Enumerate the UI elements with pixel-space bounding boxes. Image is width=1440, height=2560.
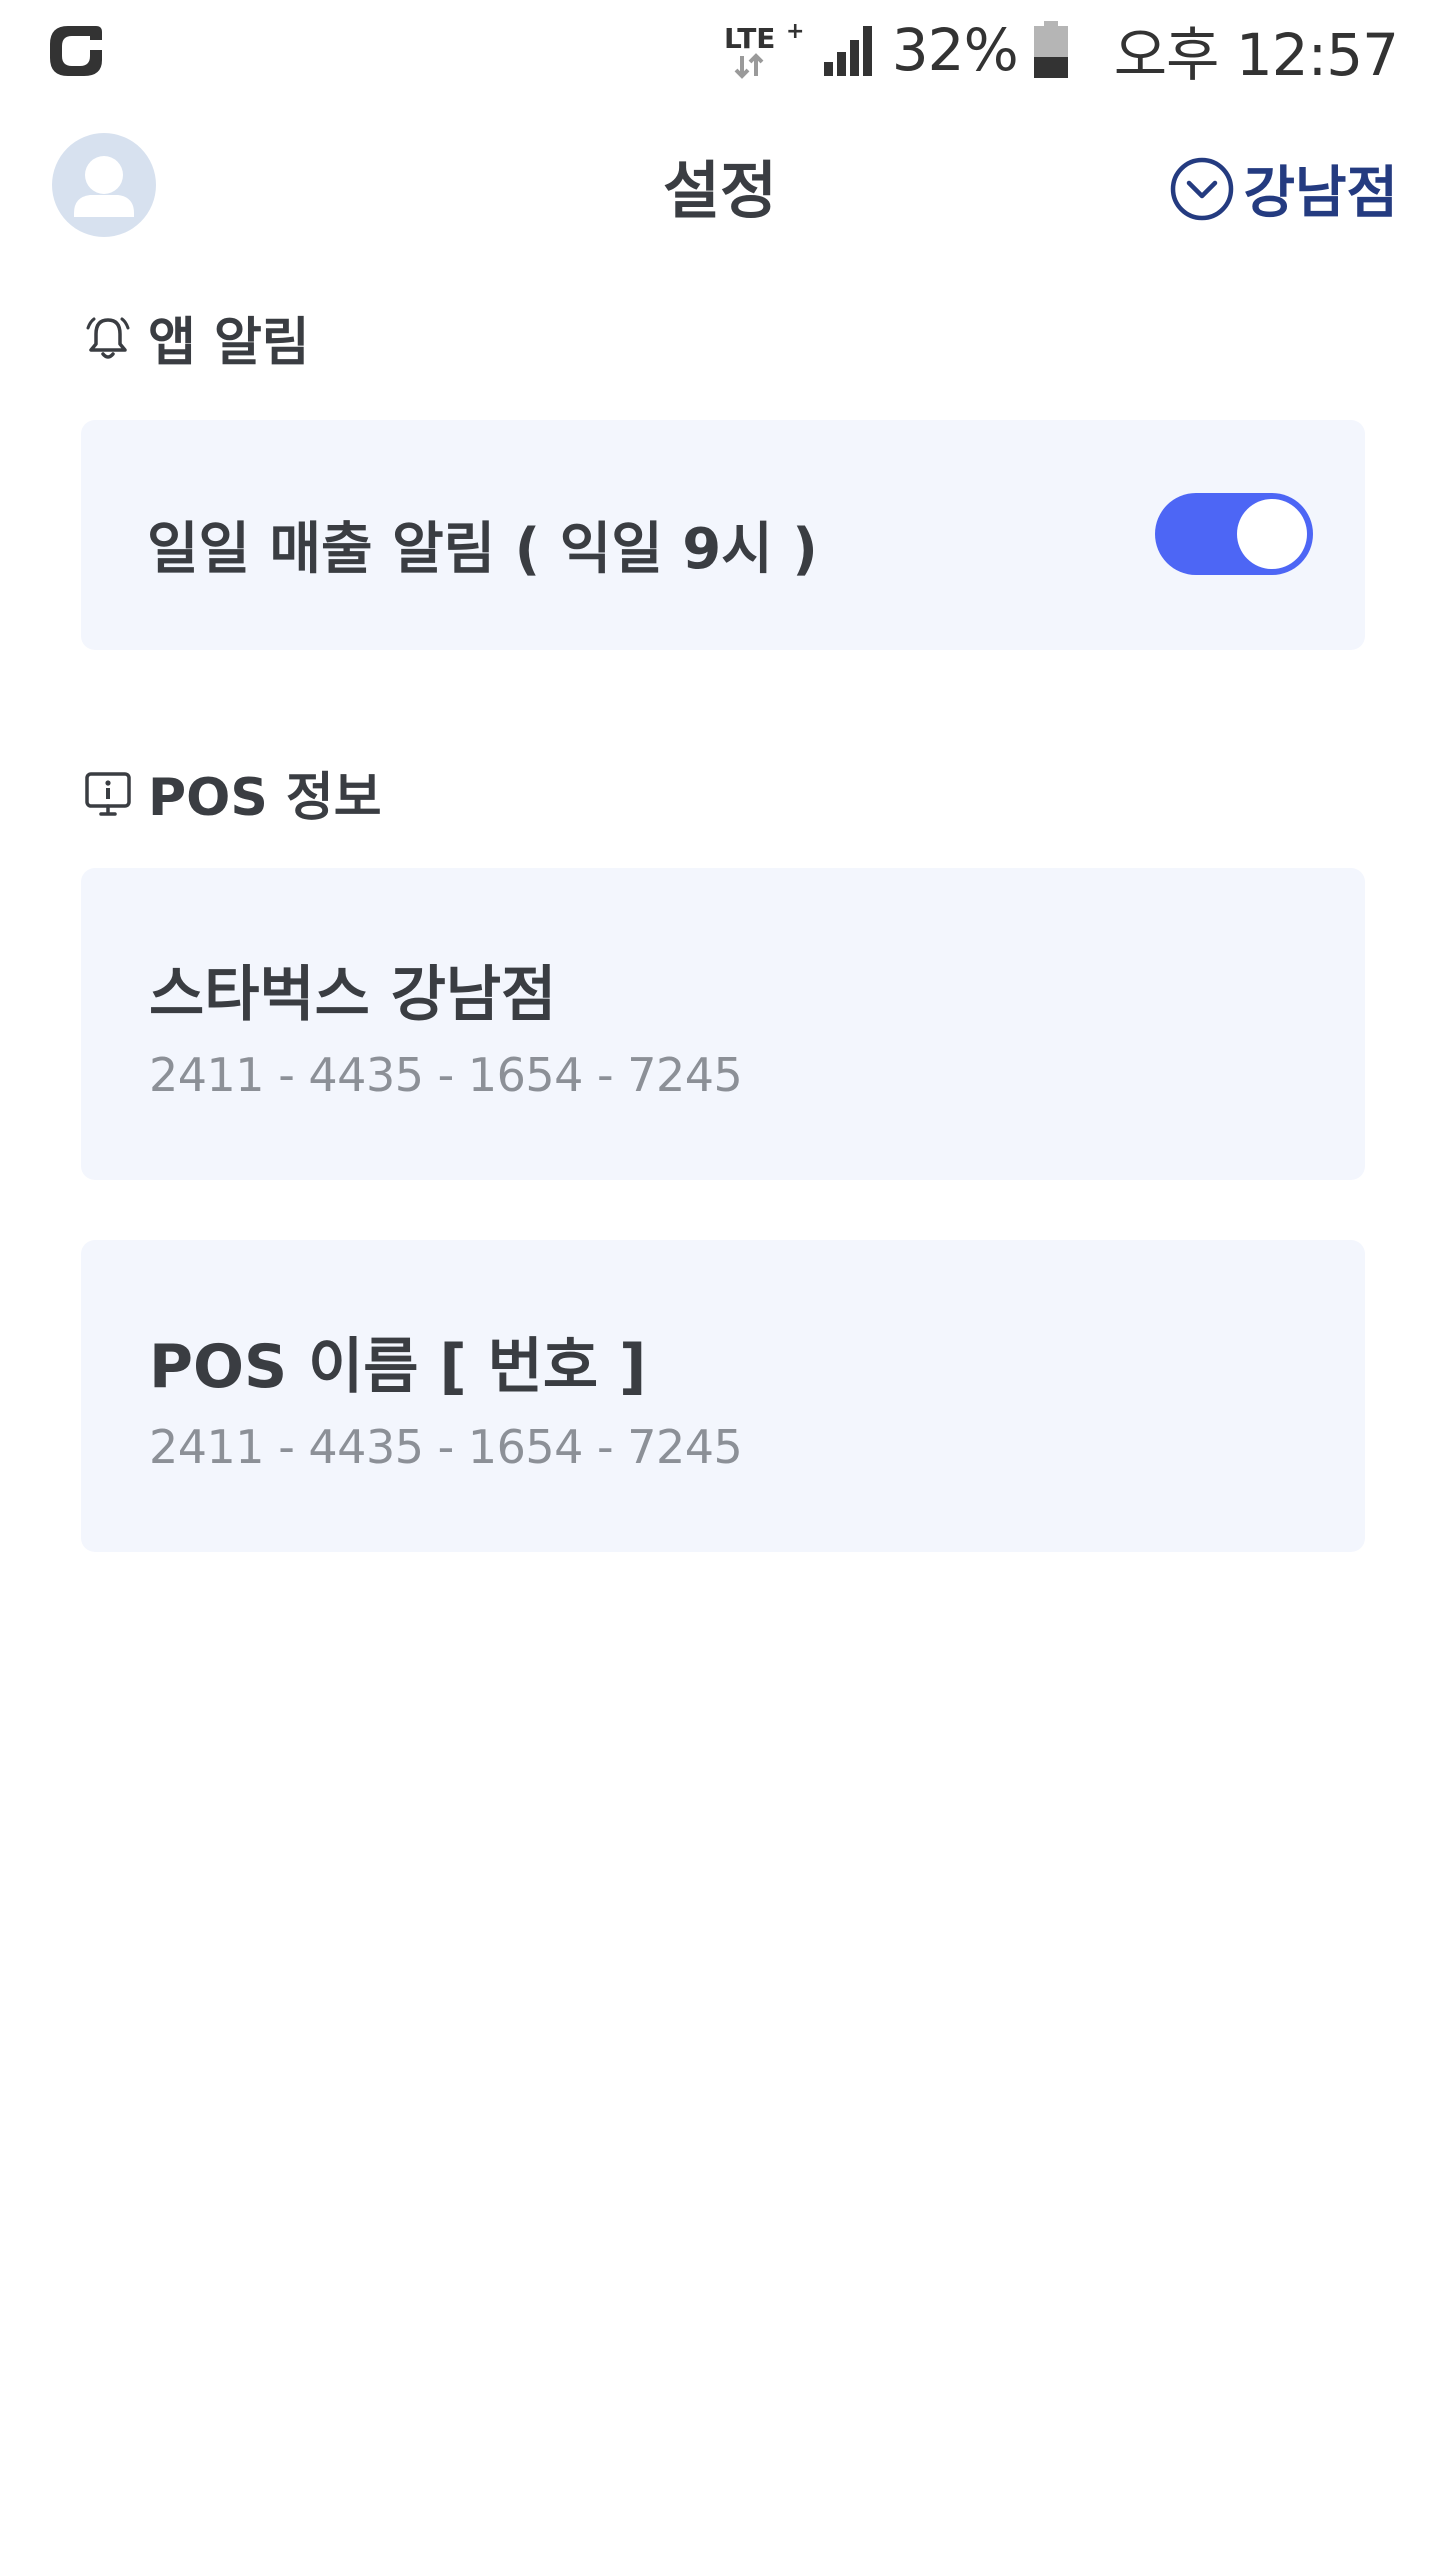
- app-alarm-section-header: 앱 알림: [82, 300, 310, 375]
- svg-text:LTE: LTE: [724, 22, 775, 55]
- app-header: 설정 강남점: [0, 110, 1440, 260]
- pos-card[interactable]: 스타벅스 강남점 2411 - 4435 - 1654 - 7245: [81, 868, 1365, 1180]
- signal-icon: [823, 26, 872, 76]
- svg-text:+: +: [786, 19, 804, 44]
- carrier-logo-icon: [50, 26, 102, 76]
- pos-info-section-header: POS 정보: [82, 755, 382, 830]
- status-icons: LTE + 32% 오후 12:57: [722, 10, 1399, 90]
- store-selector-button[interactable]: 강남점: [1169, 148, 1398, 229]
- battery-icon: [1033, 21, 1068, 78]
- pos-terminal-icon: [85, 771, 131, 816]
- chevron-down-circle-icon: [1171, 157, 1234, 220]
- pos-serial-number: 2411 - 4435 - 1654 - 7245: [149, 1048, 743, 1102]
- app-alarm-section-title: 앱 알림: [148, 313, 310, 373]
- daily-sales-alarm-label: 일일 매출 알림 ( 익일 9시 ): [147, 517, 818, 582]
- daily-sales-alarm-row: 일일 매출 알림 ( 익일 9시 ): [81, 420, 1365, 650]
- toggle-knob: [1237, 499, 1307, 569]
- daily-sales-alarm-toggle[interactable]: [1155, 493, 1313, 575]
- pos-card[interactable]: POS 이름 [ 번호 ] 2411 - 4435 - 1654 - 7245: [81, 1240, 1365, 1552]
- lte-icon: LTE +: [724, 19, 804, 79]
- store-selector-label: 강남점: [1243, 161, 1398, 226]
- pos-name: POS 이름 [ 번호 ]: [149, 1332, 647, 1402]
- battery-percent: 32%: [891, 16, 1019, 84]
- clock: 오후 12:57: [1113, 21, 1399, 89]
- bell-icon: [86, 317, 130, 359]
- status-bar: LTE + 32% 오후 12:57: [0, 0, 1440, 100]
- pos-serial-number: 2411 - 4435 - 1654 - 7245: [149, 1420, 743, 1474]
- pos-name: 스타벅스 강남점: [149, 960, 557, 1030]
- pos-info-section-title: POS 정보: [148, 768, 382, 828]
